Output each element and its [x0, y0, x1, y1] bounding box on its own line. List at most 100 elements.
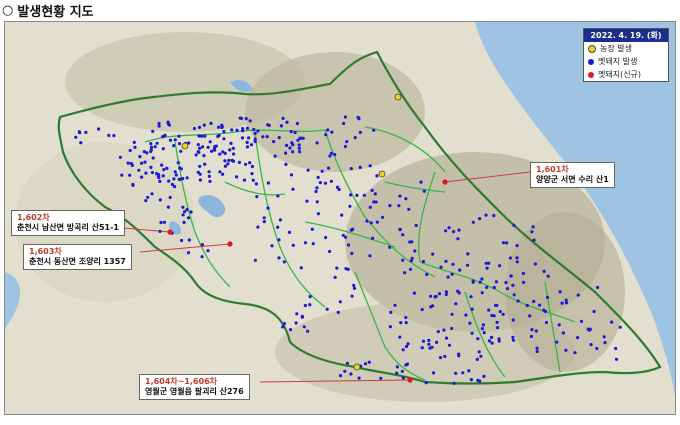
- boar-outbreak-point: [492, 285, 496, 290]
- boar-outbreak-point: [315, 200, 319, 204]
- boar-outbreak-point: [528, 314, 532, 318]
- boar-outbreak-point: [221, 172, 225, 176]
- boar-outbreak-point: [482, 331, 486, 335]
- boar-outbreak-point: [389, 310, 393, 314]
- boar-outbreak-point: [230, 158, 234, 162]
- boar-outbreak-point: [308, 295, 312, 299]
- boar-outbreak-point: [173, 185, 177, 189]
- boar-outbreak-point: [501, 312, 505, 316]
- boar-outbreak-point: [398, 335, 402, 339]
- boar-outbreak-point: [477, 350, 481, 354]
- boar-outbreak-point: [447, 226, 451, 230]
- boar-outbreak-point: [197, 134, 201, 138]
- boar-outbreak-point: [480, 277, 484, 281]
- new-boar-outbreak-point[interactable]: [442, 179, 448, 185]
- boar-outbreak-point: [256, 225, 260, 229]
- outbreak-map[interactable]: 2022. 4. 19. (화) 농장 발생 멧돼지 발생 멧돼지(신규) 1,…: [4, 21, 676, 415]
- boar-outbreak-point: [244, 162, 248, 166]
- boar-outbreak-point: [602, 335, 606, 339]
- boar-outbreak-point: [305, 199, 309, 203]
- boar-outbreak-point: [336, 310, 340, 314]
- new-boar-outbreak-point[interactable]: [407, 377, 413, 383]
- boar-outbreak-point: [200, 243, 204, 247]
- boar-outbreak-point: [174, 173, 178, 177]
- boar-outbreak-point: [496, 326, 500, 330]
- boar-outbreak-point: [343, 369, 347, 373]
- farm-outbreak-point[interactable]: [353, 363, 361, 371]
- boar-outbreak-point: [522, 280, 526, 284]
- new-boar-outbreak-point[interactable]: [167, 229, 173, 235]
- boar-outbreak-point: [318, 181, 322, 185]
- boar-outbreak-point: [538, 303, 542, 307]
- boar-outbreak-point: [306, 329, 310, 333]
- boar-outbreak-point: [303, 303, 307, 308]
- boar-outbreak-point: [314, 189, 318, 194]
- boar-outbreak-point: [223, 164, 227, 168]
- boar-outbreak-point: [185, 176, 189, 180]
- boar-outbreak-point: [516, 299, 520, 303]
- boar-outbreak-point: [338, 374, 343, 378]
- boar-outbreak-point: [511, 335, 515, 339]
- boar-outbreak-point: [112, 134, 116, 138]
- boar-outbreak-point: [143, 160, 147, 164]
- boar-outbreak-point: [273, 154, 277, 158]
- boar-outbreak-point: [128, 173, 132, 177]
- boar-outbreak-point: [434, 294, 438, 299]
- boar-outbreak-point: [303, 241, 308, 245]
- boar-outbreak-point: [589, 343, 593, 347]
- boar-outbreak-point: [470, 307, 474, 311]
- boar-outbreak-point: [187, 238, 191, 242]
- boar-outbreak-point: [349, 167, 353, 171]
- boar-outbreak-point: [412, 291, 416, 295]
- boar-outbreak-point: [295, 121, 299, 126]
- boar-outbreak-point: [457, 354, 461, 358]
- boar-outbreak-point: [200, 255, 204, 259]
- boar-outbreak-point: [151, 129, 155, 133]
- boar-outbreak-point: [530, 328, 534, 332]
- boar-outbreak-point: [255, 195, 259, 199]
- boar-outbreak-point: [162, 168, 166, 172]
- boar-outbreak-point: [137, 168, 141, 172]
- boar-outbreak-point: [349, 228, 353, 232]
- boar-outbreak-point: [288, 146, 292, 150]
- boar-outbreak-point: [209, 121, 213, 125]
- new-boar-outbreak-point[interactable]: [227, 241, 233, 247]
- boar-outbreak-point: [419, 180, 423, 184]
- boar-outbreak-point: [368, 164, 372, 168]
- boar-outbreak-point: [298, 136, 302, 140]
- boar-outbreak-point: [564, 348, 568, 352]
- boar-outbreak-point: [401, 233, 405, 237]
- boar-outbreak-point: [420, 346, 424, 350]
- boar-outbreak-point: [144, 199, 148, 203]
- boar-outbreak-point: [375, 220, 379, 224]
- farm-outbreak-point[interactable]: [394, 93, 402, 101]
- boar-outbreak-point: [138, 155, 142, 159]
- boar-outbreak-point: [326, 128, 330, 132]
- boar-outbreak-point: [178, 166, 182, 170]
- boar-outbreak-point: [353, 136, 357, 140]
- boar-outbreak-point: [218, 152, 222, 156]
- boar-outbreak-point: [531, 225, 535, 229]
- boar-outbreak-point: [126, 161, 130, 165]
- boar-outbreak-point: [464, 313, 468, 317]
- boar-outbreak-point: [588, 327, 592, 331]
- boar-outbreak-point: [323, 181, 328, 185]
- boar-outbreak-point: [163, 133, 167, 137]
- boar-outbreak-point: [450, 326, 454, 331]
- boar-outbreak-point: [425, 272, 429, 277]
- boar-outbreak-point: [444, 259, 448, 263]
- boar-outbreak-point: [301, 136, 305, 140]
- page-title: ○ 발생현황 지도: [2, 0, 94, 20]
- boar-outbreak-point: [198, 178, 202, 182]
- boar-outbreak-point: [200, 134, 204, 138]
- boar-outbreak-point: [176, 161, 180, 165]
- boar-outbreak-point: [185, 208, 189, 212]
- boar-outbreak-point: [299, 266, 303, 270]
- boar-outbreak-point: [436, 330, 440, 334]
- callout-1603: 1,603차 춘천시 동산면 조양리 1357: [23, 244, 132, 270]
- boar-outbreak-point: [173, 170, 177, 174]
- boar-outbreak-point: [443, 354, 447, 358]
- farm-outbreak-point[interactable]: [181, 142, 189, 150]
- farm-outbreak-point[interactable]: [378, 170, 386, 178]
- boar-outbreak-point: [220, 125, 224, 130]
